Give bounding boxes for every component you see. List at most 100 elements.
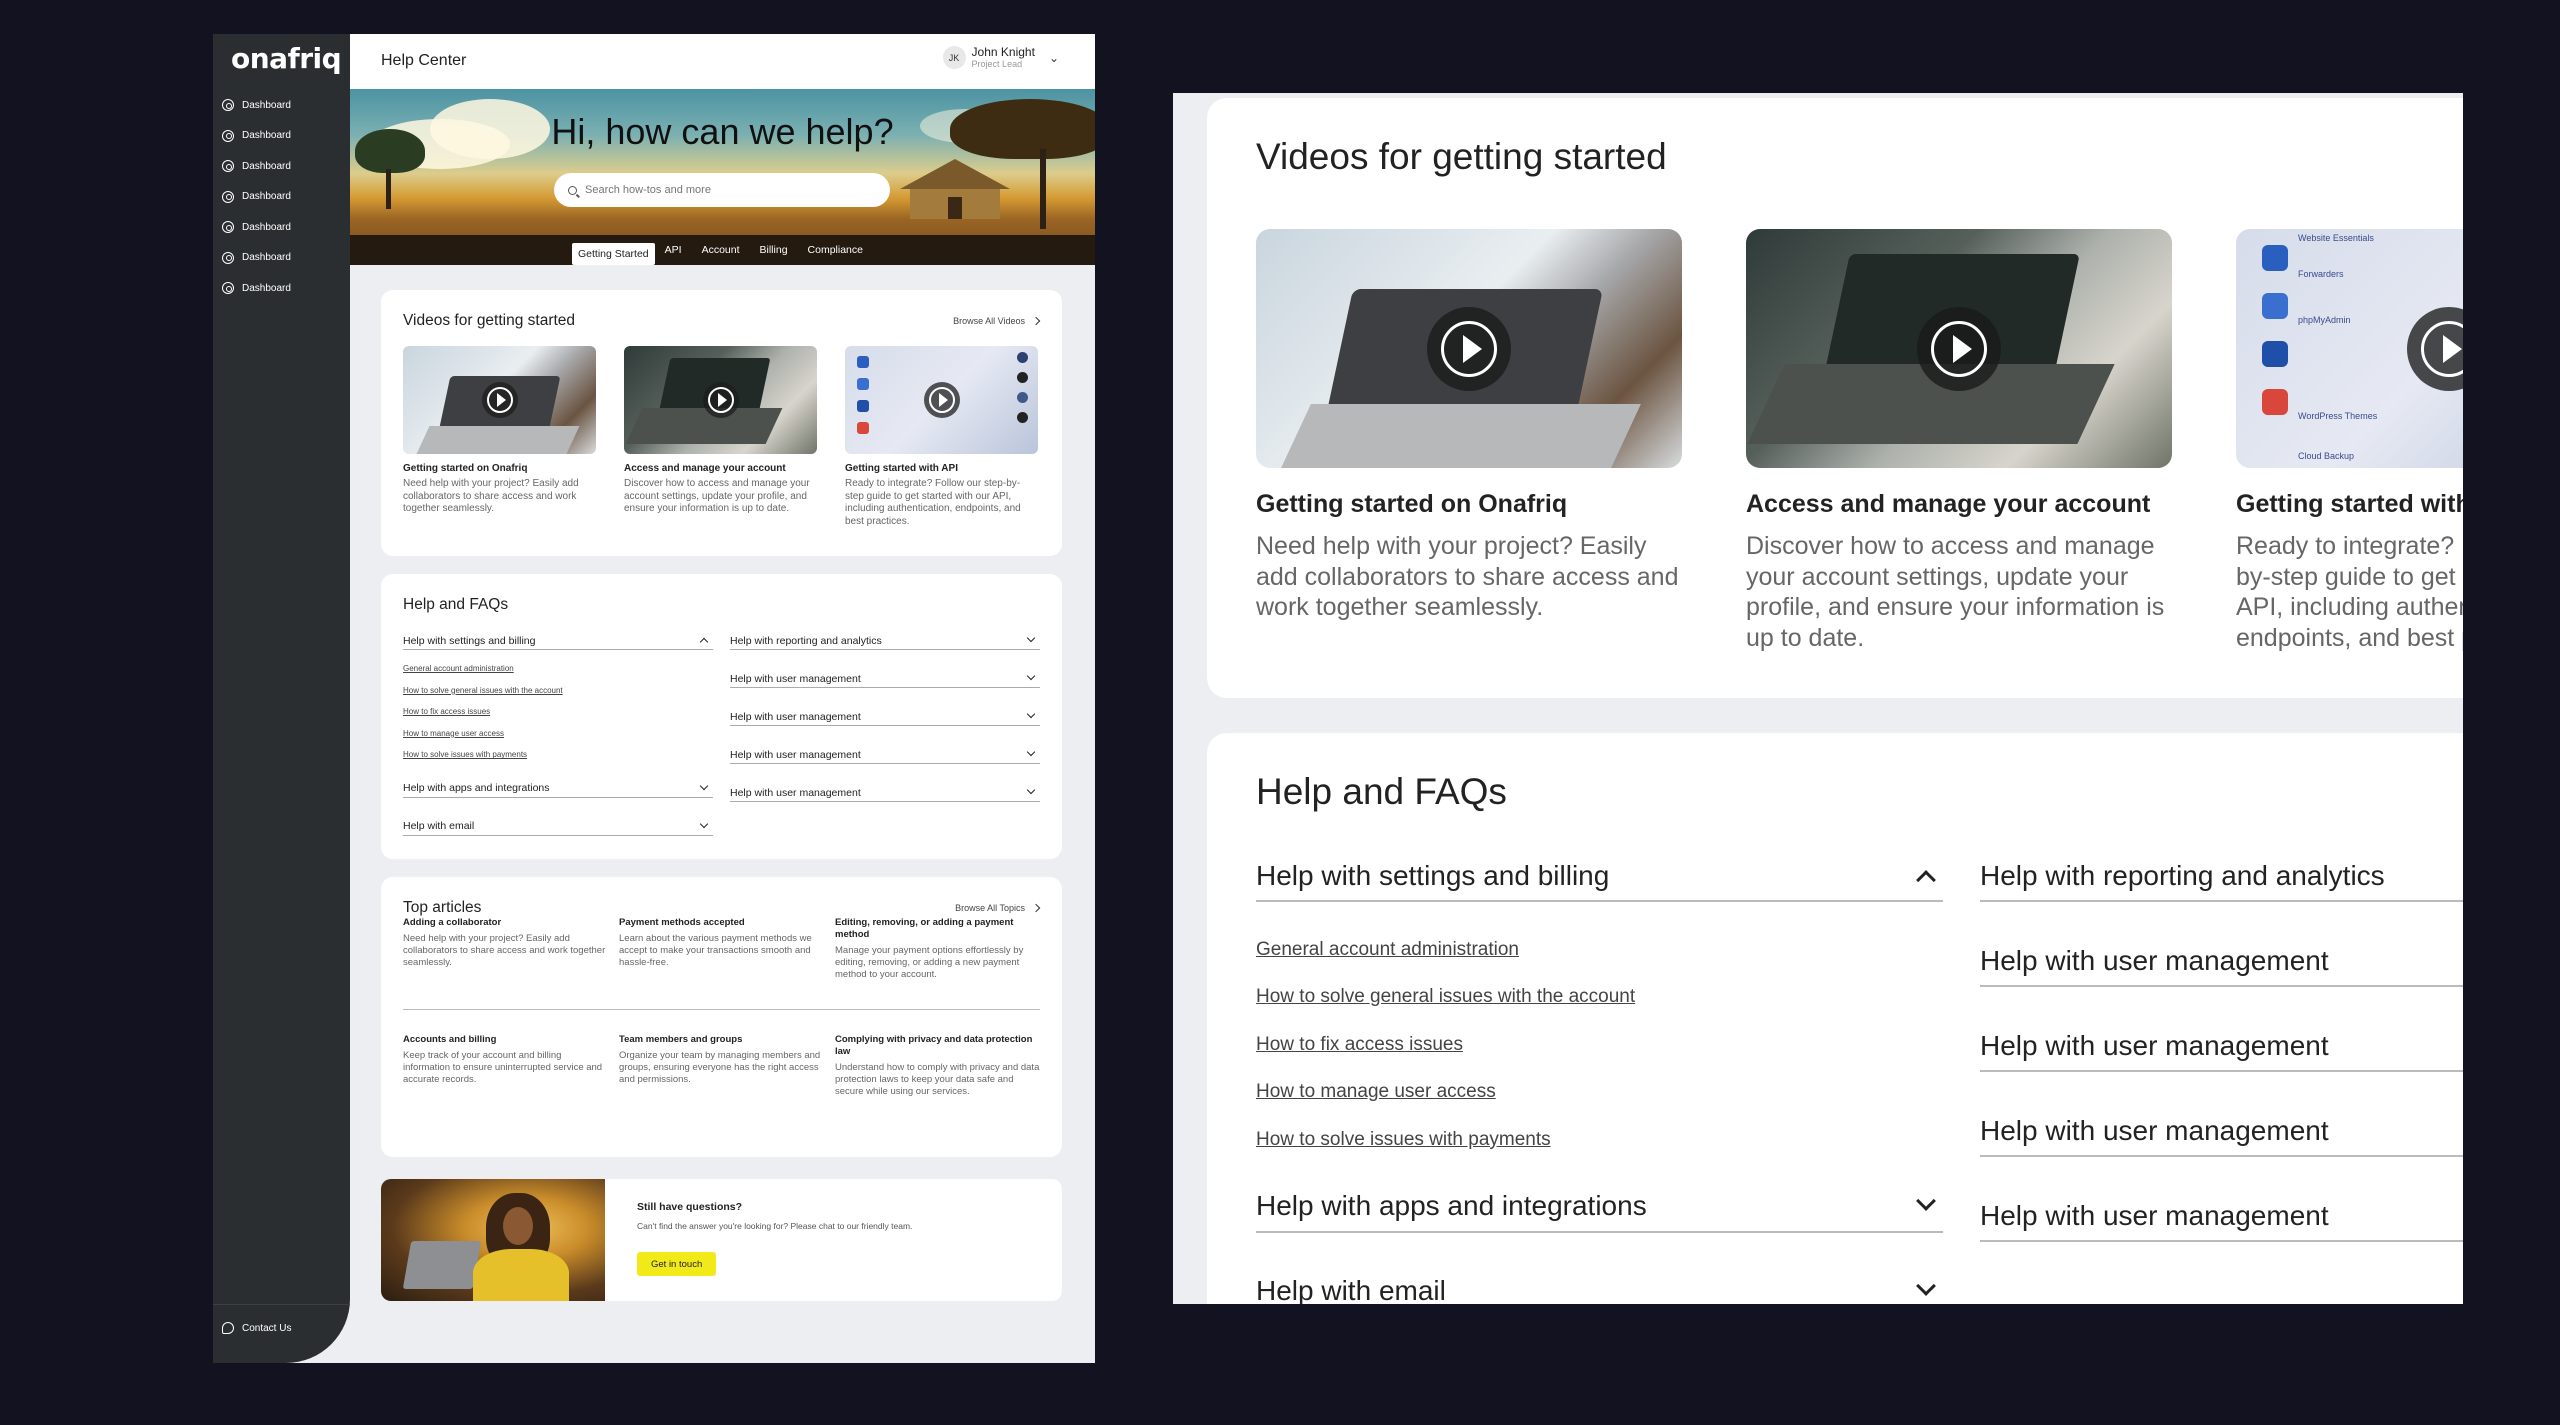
faq-question[interactable]: Help with reporting and analytics (730, 628, 1040, 650)
tab-getting-started[interactable]: Getting Started (572, 243, 655, 265)
tab-billing[interactable]: Billing (750, 235, 798, 265)
page-title: Help Center (381, 52, 467, 69)
faq-question[interactable]: Help with apps and integrations (403, 776, 713, 798)
chevron-down-icon (1026, 747, 1036, 757)
browse-all-videos-link[interactable]: Browse All Videos (953, 316, 1041, 326)
tab-compliance[interactable]: Compliance (798, 235, 873, 265)
browse-label: Browse All Topics (955, 903, 1025, 913)
chevron-up-icon (699, 637, 709, 647)
article-item[interactable]: Payment methods accepted Learn about the … (619, 917, 824, 981)
faq-answer-links: General account administration How to so… (1256, 926, 1943, 1164)
faq-question[interactable]: Help with user management (1980, 1021, 2463, 1072)
article-description: Manage your payment options effortlessly… (835, 945, 1024, 980)
contact-us-link[interactable]: Contact Us (222, 1322, 291, 1334)
sidebar-item-dashboard[interactable]: Dashboard (213, 243, 350, 274)
sidebar-item-dashboard[interactable]: Dashboard (213, 121, 350, 152)
faq-question[interactable]: Help with user management (1980, 936, 2463, 987)
browse-all-topics-link[interactable]: Browse All Topics (955, 903, 1041, 913)
play-icon[interactable] (923, 382, 960, 418)
faq-question[interactable]: Help with user management (730, 742, 1040, 764)
get-in-touch-button[interactable]: Get in touch (637, 1252, 717, 1276)
sidebar-item-dashboard[interactable]: Dashboard (213, 151, 350, 182)
video-thumbnail (845, 346, 1038, 454)
article-item[interactable]: Editing, removing, or adding a payment m… (835, 917, 1040, 981)
video-card[interactable]: Getting started with API Ready to integr… (845, 346, 1038, 528)
play-icon[interactable] (2407, 306, 2463, 391)
faq-question-text: Help with user management (730, 672, 861, 685)
avatar: JK (942, 46, 966, 69)
article-item[interactable]: Accounts and billing Keep track of your a… (403, 1034, 608, 1098)
video-card[interactable]: Website Essentials Forwarders phpMyAdmin… (2236, 229, 2463, 653)
faq-link[interactable]: How to solve issues with payments (403, 744, 713, 766)
tab-account[interactable]: Account (692, 235, 750, 265)
chevron-down-icon (699, 781, 709, 790)
app-icon (2262, 293, 2288, 319)
play-icon[interactable] (702, 382, 739, 418)
play-icon[interactable] (1917, 306, 2001, 391)
sidebar-item-dashboard[interactable]: Dashboard (213, 90, 350, 121)
faq-link[interactable]: How to manage user access (403, 723, 713, 745)
faq-link[interactable]: How to fix access issues (1256, 1021, 1943, 1069)
video-card[interactable]: Access and manage your account Discover … (624, 346, 817, 528)
sidebar-divider (213, 1304, 350, 1305)
faq-question[interactable]: Help with user management (730, 704, 1040, 726)
faq-question-text: Help with user management (1980, 1199, 2329, 1231)
article-title: Payment methods accepted (619, 917, 745, 928)
article-divider (403, 1009, 1040, 1010)
faq-question[interactable]: Help with reporting and analytics (1980, 851, 2463, 902)
faq-question[interactable]: Help with settings and billing (403, 628, 713, 650)
play-icon[interactable] (481, 382, 518, 418)
faq-link[interactable]: How to fix access issues (403, 701, 713, 723)
chat-icon (222, 1322, 234, 1334)
faq-link[interactable]: General account administration (403, 658, 713, 680)
article-title: Adding a collaborator (403, 917, 502, 928)
article-item[interactable]: Team members and groups Organize your tea… (619, 1034, 824, 1098)
faq-question[interactable]: Help with user management (1980, 1191, 2463, 1242)
sidebar-item-label: Dashboard (242, 191, 291, 203)
article-description: Organize your team by managing members a… (619, 1050, 821, 1085)
video-card[interactable]: Getting started on Onafriq Need help wit… (1256, 229, 1682, 653)
faq-question[interactable]: Help with user management (730, 780, 1040, 802)
faq-columns: Help with settings and billing General a… (403, 628, 1040, 852)
faq-question[interactable]: Help with settings and billing (1256, 851, 1943, 902)
sidebar-item-label: Dashboard (242, 160, 291, 172)
faq-question[interactable]: Help with user management (730, 666, 1040, 688)
person-body (473, 1249, 569, 1301)
article-item[interactable]: Complying with privacy and data protecti… (835, 1034, 1040, 1098)
search-input[interactable] (585, 184, 875, 196)
faq-link[interactable]: How to solve general issues with the acc… (1256, 974, 1943, 1022)
play-icon[interactable] (1427, 306, 1511, 391)
video-card[interactable]: Getting started on Onafriq Need help wit… (403, 346, 596, 528)
faq-column-left: Help with settings and billing General a… (1256, 851, 1943, 1304)
contact-us-label: Contact Us (242, 1322, 292, 1334)
video-thumbnail: Website Essentials Forwarders phpMyAdmin… (2236, 229, 2463, 468)
chevron-up-icon (1916, 869, 1936, 890)
app-icon (1017, 352, 1028, 363)
app-icon (2262, 389, 2288, 415)
sidebar-item-dashboard[interactable]: Dashboard (213, 212, 350, 243)
article-item[interactable]: Adding a collaborator Need help with your… (403, 917, 608, 981)
faq-question[interactable]: Help with user management (1980, 1106, 2463, 1157)
sidebar-item-dashboard[interactable]: Dashboard (213, 273, 350, 304)
faq-question[interactable]: Help with apps and integrations (1256, 1182, 1943, 1233)
faq-question[interactable]: Help with email (403, 814, 713, 836)
user-menu[interactable]: JK John Knight Project Lead ⌄ (942, 45, 1059, 70)
faq-question[interactable]: Help with email (1256, 1267, 1943, 1304)
video-thumbnail (403, 346, 596, 454)
sidebar-item-dashboard[interactable]: Dashboard (213, 182, 350, 213)
chevron-right-icon (1031, 316, 1041, 326)
faq-link[interactable]: How to manage user access (1256, 1069, 1943, 1117)
app-icon (857, 378, 869, 390)
tab-api[interactable]: API (655, 235, 692, 265)
video-card[interactable]: Access and manage your account Discover … (1746, 229, 2172, 653)
tree-trunk (386, 169, 391, 209)
sidebar-item-label: Dashboard (242, 99, 291, 111)
laptop-keyboard-image (416, 426, 580, 454)
faq-link[interactable]: How to solve general issues with the acc… (403, 680, 713, 702)
faq-link[interactable]: General account administration (1256, 926, 1943, 974)
faq-link[interactable]: How to solve issues with payments (1256, 1116, 1943, 1164)
faq-column-right: Help with reporting and analytics Help w… (730, 628, 1040, 852)
search-bar[interactable] (554, 173, 890, 207)
video-title: Getting started with API (2236, 490, 2463, 518)
faq-card: Help and FAQs Help with settings and bil… (381, 574, 1062, 859)
